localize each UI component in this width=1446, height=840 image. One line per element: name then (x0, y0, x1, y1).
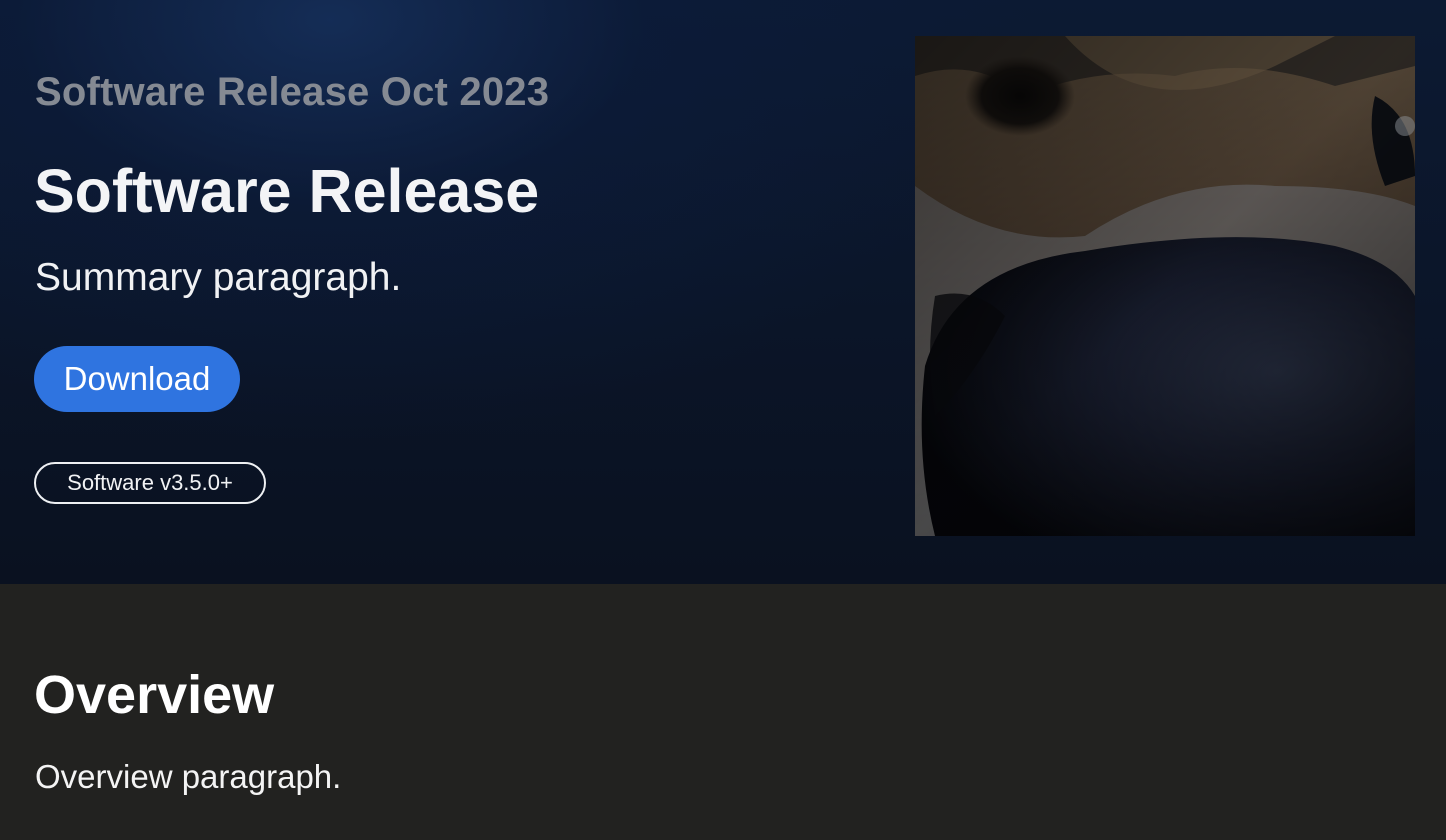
hero-section: Software Release Oct 2023 Software Relea… (0, 0, 1446, 584)
overview-paragraph: Overview paragraph. (35, 758, 342, 795)
summary-paragraph: Summary paragraph. (35, 256, 402, 299)
overview-heading: Overview (34, 665, 275, 725)
version-badge: Software v3.5.0+ (34, 462, 266, 504)
dog-nose-photo (915, 36, 1415, 536)
release-eyebrow: Software Release Oct 2023 (35, 70, 550, 114)
hero-image (915, 36, 1415, 536)
download-button[interactable]: Download (34, 346, 240, 412)
page-title: Software Release (34, 157, 540, 225)
